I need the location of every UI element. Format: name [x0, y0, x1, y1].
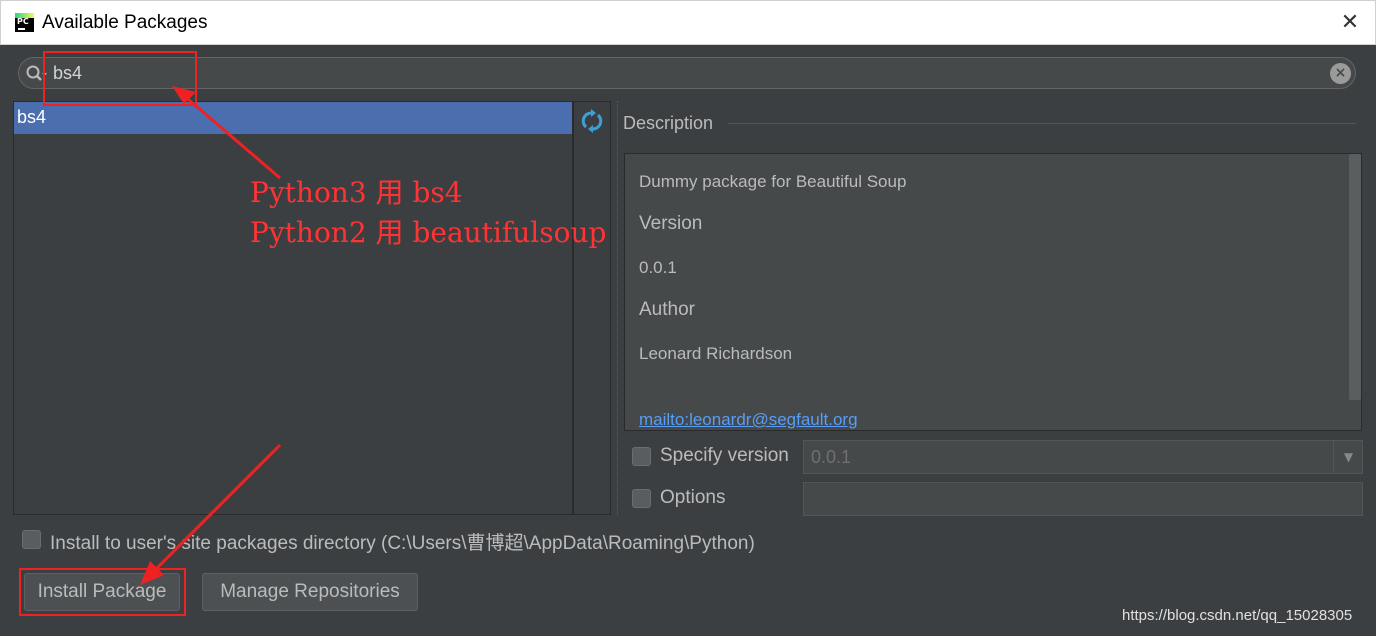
window-title: Available Packages [42, 12, 208, 33]
panel-splitter[interactable] [617, 101, 619, 515]
chevron-down-icon[interactable]: ▼ [1333, 441, 1363, 473]
list-toolbar [573, 101, 611, 515]
package-summary: Dummy package for Beautiful Soup [639, 172, 907, 191]
close-icon[interactable]: ✕ [1337, 10, 1363, 36]
author-value: Leonard Richardson [639, 344, 793, 363]
refresh-icon[interactable] [580, 109, 604, 133]
annotation-text-python2: Python2 用 beautifulsoup [250, 216, 607, 249]
description-separator [728, 123, 1356, 124]
description-label: Description [623, 113, 714, 133]
author-heading: Author [639, 299, 695, 320]
package-list[interactable]: bs4 [13, 101, 573, 515]
version-value: 0.0.1 [639, 258, 677, 277]
options-label: Options [660, 487, 726, 508]
version-select-value: 0.0.1 [811, 447, 852, 467]
search-input[interactable] [53, 61, 1323, 85]
annotation-box-install [19, 568, 186, 616]
annotation-box-search [43, 51, 197, 106]
pycharm-app-icon: PC [15, 13, 34, 32]
author-email-link[interactable]: mailto:leonardr@segfault.org [639, 410, 858, 430]
description-scrollbar[interactable] [1349, 154, 1361, 400]
description-panel: Dummy package for Beautiful Soup Version… [624, 153, 1362, 431]
list-item-package[interactable]: bs4 [14, 102, 572, 134]
title-bar: PC Available Packages ✕ [0, 0, 1376, 45]
specify-version-checkbox[interactable] [632, 447, 651, 466]
options-checkbox[interactable] [632, 489, 651, 508]
version-heading: Version [639, 213, 703, 234]
version-select[interactable]: 0.0.1 ▼ [803, 440, 1363, 474]
package-search-field[interactable]: × [18, 57, 1356, 89]
specify-version-label: Specify version [660, 445, 789, 466]
options-input[interactable] [803, 482, 1363, 516]
clear-search-icon[interactable]: × [1330, 63, 1351, 84]
watermark-url: https://blog.csdn.net/qq_15028305 [1122, 607, 1353, 624]
annotation-text-python3: Python3 用 bs4 [250, 176, 463, 209]
manage-repositories-button[interactable]: Manage Repositories [202, 573, 418, 611]
install-user-checkbox[interactable] [22, 530, 41, 549]
install-user-label: Install to user's site packages director… [50, 533, 755, 554]
